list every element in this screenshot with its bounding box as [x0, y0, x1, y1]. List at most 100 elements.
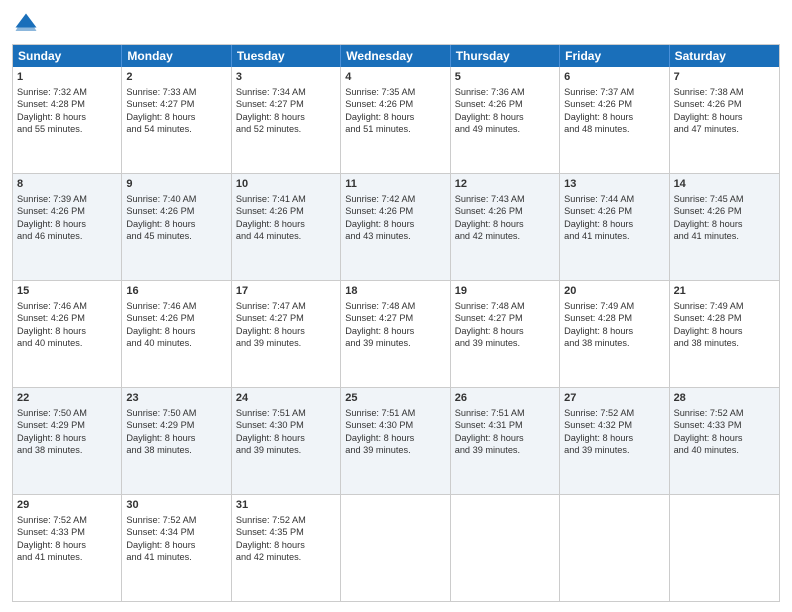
calendar-cell: 12Sunrise: 7:43 AMSunset: 4:26 PMDayligh… — [451, 174, 560, 280]
day-number: 28 — [674, 391, 775, 406]
cell-info: Sunrise: 7:32 AMSunset: 4:28 PMDaylight:… — [17, 86, 117, 136]
cell-info: Sunrise: 7:49 AMSunset: 4:28 PMDaylight:… — [674, 300, 775, 350]
weekday-tuesday: Tuesday — [232, 45, 341, 67]
weekday-thursday: Thursday — [451, 45, 560, 67]
calendar-cell: 4Sunrise: 7:35 AMSunset: 4:26 PMDaylight… — [341, 67, 450, 173]
cell-info: Sunrise: 7:52 AMSunset: 4:34 PMDaylight:… — [126, 514, 226, 564]
cell-info: Sunrise: 7:35 AMSunset: 4:26 PMDaylight:… — [345, 86, 445, 136]
calendar-cell: 8Sunrise: 7:39 AMSunset: 4:26 PMDaylight… — [13, 174, 122, 280]
cell-info: Sunrise: 7:47 AMSunset: 4:27 PMDaylight:… — [236, 300, 336, 350]
day-number: 26 — [455, 391, 555, 406]
weekday-sunday: Sunday — [13, 45, 122, 67]
logo — [12, 10, 42, 38]
calendar-cell — [341, 495, 450, 601]
day-number: 29 — [17, 498, 117, 513]
cell-info: Sunrise: 7:33 AMSunset: 4:27 PMDaylight:… — [126, 86, 226, 136]
cell-info: Sunrise: 7:37 AMSunset: 4:26 PMDaylight:… — [564, 86, 664, 136]
calendar-cell: 25Sunrise: 7:51 AMSunset: 4:30 PMDayligh… — [341, 388, 450, 494]
day-number: 8 — [17, 177, 117, 192]
calendar-cell: 28Sunrise: 7:52 AMSunset: 4:33 PMDayligh… — [670, 388, 779, 494]
day-number: 16 — [126, 284, 226, 299]
calendar-cell: 18Sunrise: 7:48 AMSunset: 4:27 PMDayligh… — [341, 281, 450, 387]
calendar-cell: 14Sunrise: 7:45 AMSunset: 4:26 PMDayligh… — [670, 174, 779, 280]
day-number: 17 — [236, 284, 336, 299]
cell-info: Sunrise: 7:49 AMSunset: 4:28 PMDaylight:… — [564, 300, 664, 350]
calendar-cell: 13Sunrise: 7:44 AMSunset: 4:26 PMDayligh… — [560, 174, 669, 280]
day-number: 18 — [345, 284, 445, 299]
cell-info: Sunrise: 7:44 AMSunset: 4:26 PMDaylight:… — [564, 193, 664, 243]
calendar-cell: 3Sunrise: 7:34 AMSunset: 4:27 PMDaylight… — [232, 67, 341, 173]
calendar-cell: 2Sunrise: 7:33 AMSunset: 4:27 PMDaylight… — [122, 67, 231, 173]
cell-info: Sunrise: 7:43 AMSunset: 4:26 PMDaylight:… — [455, 193, 555, 243]
calendar-cell: 1Sunrise: 7:32 AMSunset: 4:28 PMDaylight… — [13, 67, 122, 173]
calendar-body: 1Sunrise: 7:32 AMSunset: 4:28 PMDaylight… — [13, 67, 779, 601]
cell-info: Sunrise: 7:45 AMSunset: 4:26 PMDaylight:… — [674, 193, 775, 243]
calendar-row-0: 1Sunrise: 7:32 AMSunset: 4:28 PMDaylight… — [13, 67, 779, 173]
calendar-cell: 29Sunrise: 7:52 AMSunset: 4:33 PMDayligh… — [13, 495, 122, 601]
weekday-monday: Monday — [122, 45, 231, 67]
day-number: 19 — [455, 284, 555, 299]
calendar-cell: 24Sunrise: 7:51 AMSunset: 4:30 PMDayligh… — [232, 388, 341, 494]
calendar-cell: 22Sunrise: 7:50 AMSunset: 4:29 PMDayligh… — [13, 388, 122, 494]
calendar-row-2: 15 Sunrise: 7:46 AMSunset: 4:26 PMDayligh… — [13, 280, 779, 387]
calendar-cell — [670, 495, 779, 601]
day-number: 30 — [126, 498, 226, 513]
day-number: 21 — [674, 284, 775, 299]
day-number: 9 — [126, 177, 226, 192]
calendar-cell: 21Sunrise: 7:49 AMSunset: 4:28 PMDayligh… — [670, 281, 779, 387]
cell-info: Sunrise: 7:52 AMSunset: 4:35 PMDaylight:… — [236, 514, 336, 564]
calendar-cell: 31Sunrise: 7:52 AMSunset: 4:35 PMDayligh… — [232, 495, 341, 601]
day-number: 4 — [345, 70, 445, 85]
day-number: 13 — [564, 177, 664, 192]
calendar-header: SundayMondayTuesdayWednesdayThursdayFrid… — [13, 45, 779, 67]
day-number: 22 — [17, 391, 117, 406]
calendar-cell: 11Sunrise: 7:42 AMSunset: 4:26 PMDayligh… — [341, 174, 450, 280]
weekday-saturday: Saturday — [670, 45, 779, 67]
calendar-cell: 9Sunrise: 7:40 AMSunset: 4:26 PMDaylight… — [122, 174, 231, 280]
day-number: 25 — [345, 391, 445, 406]
logo-icon — [12, 10, 40, 38]
cell-info: Sunrise: 7:52 AMSunset: 4:33 PMDaylight:… — [17, 514, 117, 564]
cell-info: Sunrise: 7:51 AMSunset: 4:30 PMDaylight:… — [345, 407, 445, 457]
day-number: 7 — [674, 70, 775, 85]
day-number: 23 — [126, 391, 226, 406]
cell-info: Sunrise: 7:48 AMSunset: 4:27 PMDaylight:… — [455, 300, 555, 350]
day-number: 31 — [236, 498, 336, 513]
day-number: 24 — [236, 391, 336, 406]
calendar-cell: 23Sunrise: 7:50 AMSunset: 4:29 PMDayligh… — [122, 388, 231, 494]
calendar-cell: 7Sunrise: 7:38 AMSunset: 4:26 PMDaylight… — [670, 67, 779, 173]
day-number: 11 — [345, 177, 445, 192]
day-number: 14 — [674, 177, 775, 192]
day-number: 10 — [236, 177, 336, 192]
day-number: 27 — [564, 391, 664, 406]
calendar-cell: 6Sunrise: 7:37 AMSunset: 4:26 PMDaylight… — [560, 67, 669, 173]
cell-info: Sunrise: 7:34 AMSunset: 4:27 PMDaylight:… — [236, 86, 336, 136]
cell-info: Sunrise: 7:40 AMSunset: 4:26 PMDaylight:… — [126, 193, 226, 243]
day-number: 5 — [455, 70, 555, 85]
calendar-row-3: 22Sunrise: 7:50 AMSunset: 4:29 PMDayligh… — [13, 387, 779, 494]
calendar-cell: 30Sunrise: 7:52 AMSunset: 4:34 PMDayligh… — [122, 495, 231, 601]
day-number: 12 — [455, 177, 555, 192]
calendar-cell: 20Sunrise: 7:49 AMSunset: 4:28 PMDayligh… — [560, 281, 669, 387]
header — [12, 10, 780, 38]
day-number: 3 — [236, 70, 336, 85]
day-number: 1 — [17, 70, 117, 85]
cell-info: Sunrise: 7:51 AMSunset: 4:30 PMDaylight:… — [236, 407, 336, 457]
calendar-cell: 27Sunrise: 7:52 AMSunset: 4:32 PMDayligh… — [560, 388, 669, 494]
cell-info: Sunrise: 7:36 AMSunset: 4:26 PMDaylight:… — [455, 86, 555, 136]
day-number: 6 — [564, 70, 664, 85]
calendar-cell: 10Sunrise: 7:41 AMSunset: 4:26 PMDayligh… — [232, 174, 341, 280]
day-number: 20 — [564, 284, 664, 299]
calendar-cell: 17Sunrise: 7:47 AMSunset: 4:27 PMDayligh… — [232, 281, 341, 387]
cell-info: Sunrise: 7:52 AMSunset: 4:33 PMDaylight:… — [674, 407, 775, 457]
calendar-cell: 5Sunrise: 7:36 AMSunset: 4:26 PMDaylight… — [451, 67, 560, 173]
calendar-cell — [451, 495, 560, 601]
calendar: SundayMondayTuesdayWednesdayThursdayFrid… — [12, 44, 780, 602]
calendar-cell: 15Sunrise: 7:46 AMSunset: 4:26 PMDayligh… — [13, 281, 122, 387]
day-number: 15 — [17, 284, 117, 299]
cell-info: Sunrise: 7:42 AMSunset: 4:26 PMDaylight:… — [345, 193, 445, 243]
weekday-friday: Friday — [560, 45, 669, 67]
cell-info: Sunrise: 7:39 AMSunset: 4:26 PMDaylight:… — [17, 193, 117, 243]
cell-info: Sunrise: 7:46 AMSunset: 4:26 PMDaylight:… — [126, 300, 226, 350]
calendar-cell — [560, 495, 669, 601]
